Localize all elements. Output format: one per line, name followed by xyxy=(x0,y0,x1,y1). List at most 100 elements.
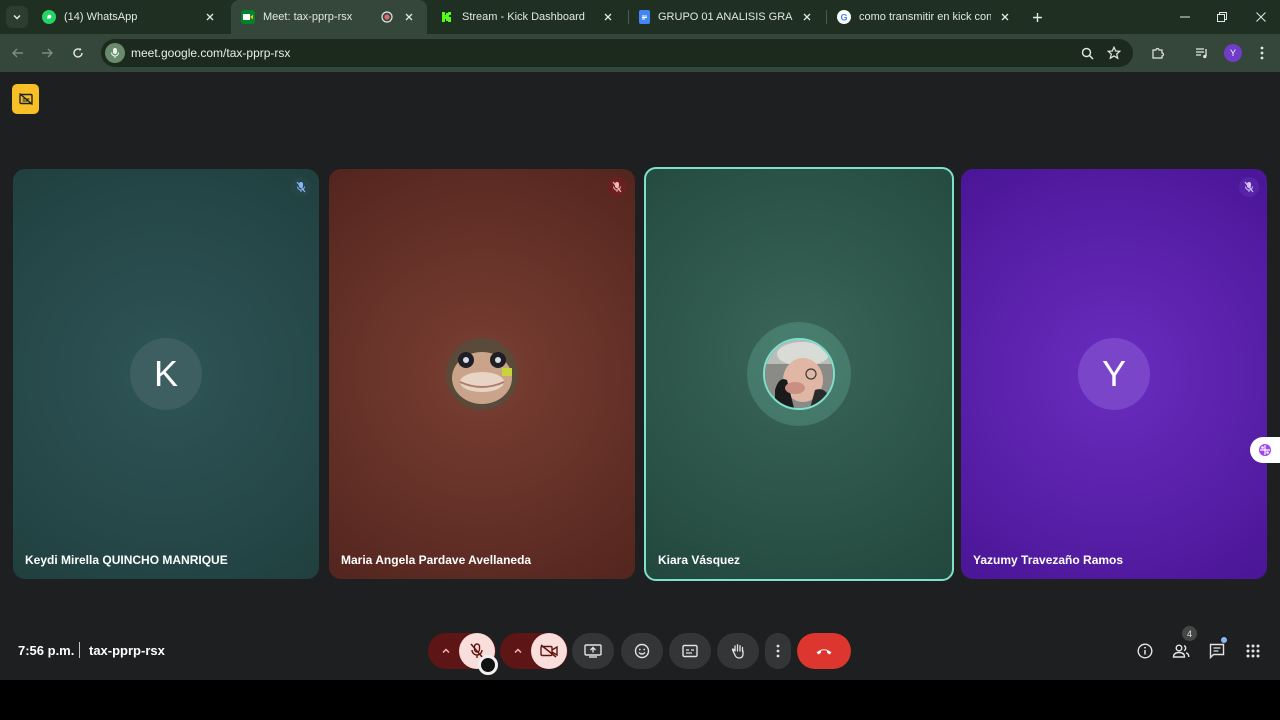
chevron-down-icon xyxy=(13,14,21,20)
reactions-button[interactable] xyxy=(621,633,663,669)
hand-icon xyxy=(731,644,744,659)
closed-captions-icon xyxy=(682,644,698,658)
meeting-code: tax-pprp-rsx xyxy=(89,643,165,658)
side-panel-assistant-button[interactable] xyxy=(1250,437,1280,463)
chat-unread-dot xyxy=(1221,637,1227,643)
new-tab-button[interactable] xyxy=(1028,8,1046,26)
avatar: Y xyxy=(1078,338,1150,410)
back-button[interactable] xyxy=(8,43,28,63)
plus-icon xyxy=(1032,12,1042,22)
participant-name: Keydi Mirella QUINCHO MANRIQUE xyxy=(25,553,228,567)
chevron-up-icon xyxy=(514,648,522,654)
chevron-up-icon xyxy=(442,648,450,654)
meeting-details-button[interactable] xyxy=(1134,640,1156,662)
captions-button[interactable] xyxy=(669,633,711,669)
close-icon[interactable] xyxy=(202,9,218,25)
participant-name: Kiara Vásquez xyxy=(658,553,741,567)
tab-title: como transmitir en kick con obs xyxy=(859,11,991,23)
people-icon xyxy=(1172,644,1190,658)
more-vert-icon xyxy=(776,644,780,658)
google-meet-icon xyxy=(241,10,255,24)
tab-title: (14) WhatsApp xyxy=(64,11,138,23)
apps-grid-icon xyxy=(1246,644,1260,658)
forward-button[interactable] xyxy=(37,43,57,63)
mouse-cursor xyxy=(478,655,498,675)
menu-kebab-icon[interactable] xyxy=(1253,44,1271,62)
arrow-left-icon xyxy=(12,48,23,58)
mic-off-icon xyxy=(291,177,311,197)
participant-name: Maria Angela Pardave Avellaneda xyxy=(341,553,532,567)
tab-strip: (14) WhatsApp Meet: tax-pprp-rsx Stream … xyxy=(0,0,1280,34)
arrow-right-icon xyxy=(42,48,53,58)
people-button[interactable] xyxy=(1170,640,1192,662)
avatar xyxy=(446,338,518,410)
captions-off-badge[interactable] xyxy=(12,84,39,114)
tab-kick[interactable]: Stream - Kick Dashboard xyxy=(430,0,626,34)
reload-button[interactable] xyxy=(68,43,88,63)
avatar xyxy=(763,338,835,410)
tab-meet[interactable]: Meet: tax-pprp-rsx xyxy=(231,0,427,34)
camera-off-icon xyxy=(540,644,558,658)
bookmark-star-icon[interactable] xyxy=(1106,45,1122,61)
close-icon[interactable] xyxy=(600,9,616,25)
present-screen-button[interactable] xyxy=(572,633,614,669)
camera-toggle-button[interactable] xyxy=(531,633,567,669)
gemini-brain-icon xyxy=(1259,444,1271,456)
minimize-button[interactable] xyxy=(1176,8,1194,26)
participant-tile[interactable]: K Keydi Mirella QUINCHO MANRIQUE xyxy=(13,169,319,579)
close-icon[interactable] xyxy=(799,9,815,25)
divider xyxy=(79,642,80,658)
whatsapp-icon xyxy=(42,10,56,24)
mic-off-icon xyxy=(1239,177,1259,197)
url-text: meet.google.com/tax-pprp-rsx xyxy=(131,46,291,60)
tab-google-search[interactable]: G como transmitir en kick con obs xyxy=(827,0,1023,34)
closed-captions-off-icon xyxy=(18,93,33,105)
address-bar[interactable]: meet.google.com/tax-pprp-rsx xyxy=(101,39,1133,67)
leave-call-button[interactable] xyxy=(797,633,851,669)
chat-button[interactable] xyxy=(1206,640,1228,662)
minimize-icon xyxy=(1180,16,1190,18)
avatar: K xyxy=(130,338,202,410)
emoji-icon xyxy=(634,643,650,659)
chat-icon xyxy=(1209,643,1225,659)
google-docs-icon xyxy=(639,10,650,24)
microphone-in-use-icon[interactable] xyxy=(105,43,125,63)
tab-whatsapp[interactable]: (14) WhatsApp xyxy=(32,0,228,34)
restore-button[interactable] xyxy=(1213,8,1231,26)
kick-icon xyxy=(440,10,454,24)
google-icon: G xyxy=(837,10,851,24)
tab-title: Meet: tax-pprp-rsx xyxy=(263,11,353,23)
participant-tile[interactable]: Y Yazumy Travezaño Ramos xyxy=(961,169,1267,579)
media-controls-icon[interactable] xyxy=(1193,44,1211,62)
meeting-time: 7:56 p.m. xyxy=(18,643,75,658)
video-settings-caret[interactable] xyxy=(503,633,533,669)
mic-off-icon xyxy=(607,177,627,197)
profile-avatar[interactable]: Y xyxy=(1224,44,1242,62)
info-icon xyxy=(1137,643,1153,659)
recording-icon xyxy=(379,9,395,25)
tab-title: GRUPO 01 ANALISIS GRAMATICAL xyxy=(658,11,793,23)
participant-tile[interactable]: Maria Angela Pardave Avellaneda xyxy=(329,169,635,579)
close-icon xyxy=(1256,12,1266,22)
activities-button[interactable] xyxy=(1242,640,1264,662)
meet-stage: K Keydi Mirella QUINCHO MANRIQUE Maria A… xyxy=(0,72,1280,680)
reload-icon xyxy=(73,47,83,58)
zoom-icon[interactable] xyxy=(1079,45,1095,61)
tab-search-button[interactable] xyxy=(6,6,28,28)
raise-hand-button[interactable] xyxy=(717,633,759,669)
more-options-button[interactable] xyxy=(765,633,791,669)
call-end-icon xyxy=(816,649,832,655)
audio-settings-caret[interactable] xyxy=(431,633,461,669)
participant-tile-active-speaker[interactable]: Kiara Vásquez xyxy=(644,167,954,581)
restore-icon xyxy=(1217,12,1227,22)
tab-docs[interactable]: GRUPO 01 ANALISIS GRAMATICAL xyxy=(629,0,825,34)
people-count-badge: 4 xyxy=(1182,626,1197,641)
svg-text:G: G xyxy=(841,13,848,23)
close-window-button[interactable] xyxy=(1252,8,1270,26)
close-icon[interactable] xyxy=(401,9,417,25)
browser-toolbar: meet.google.com/tax-pprp-rsx Y xyxy=(0,34,1280,72)
tab-title: Stream - Kick Dashboard xyxy=(462,11,585,23)
close-icon[interactable] xyxy=(997,9,1013,25)
present-screen-icon xyxy=(584,644,602,658)
extensions-icon[interactable] xyxy=(1149,44,1167,62)
